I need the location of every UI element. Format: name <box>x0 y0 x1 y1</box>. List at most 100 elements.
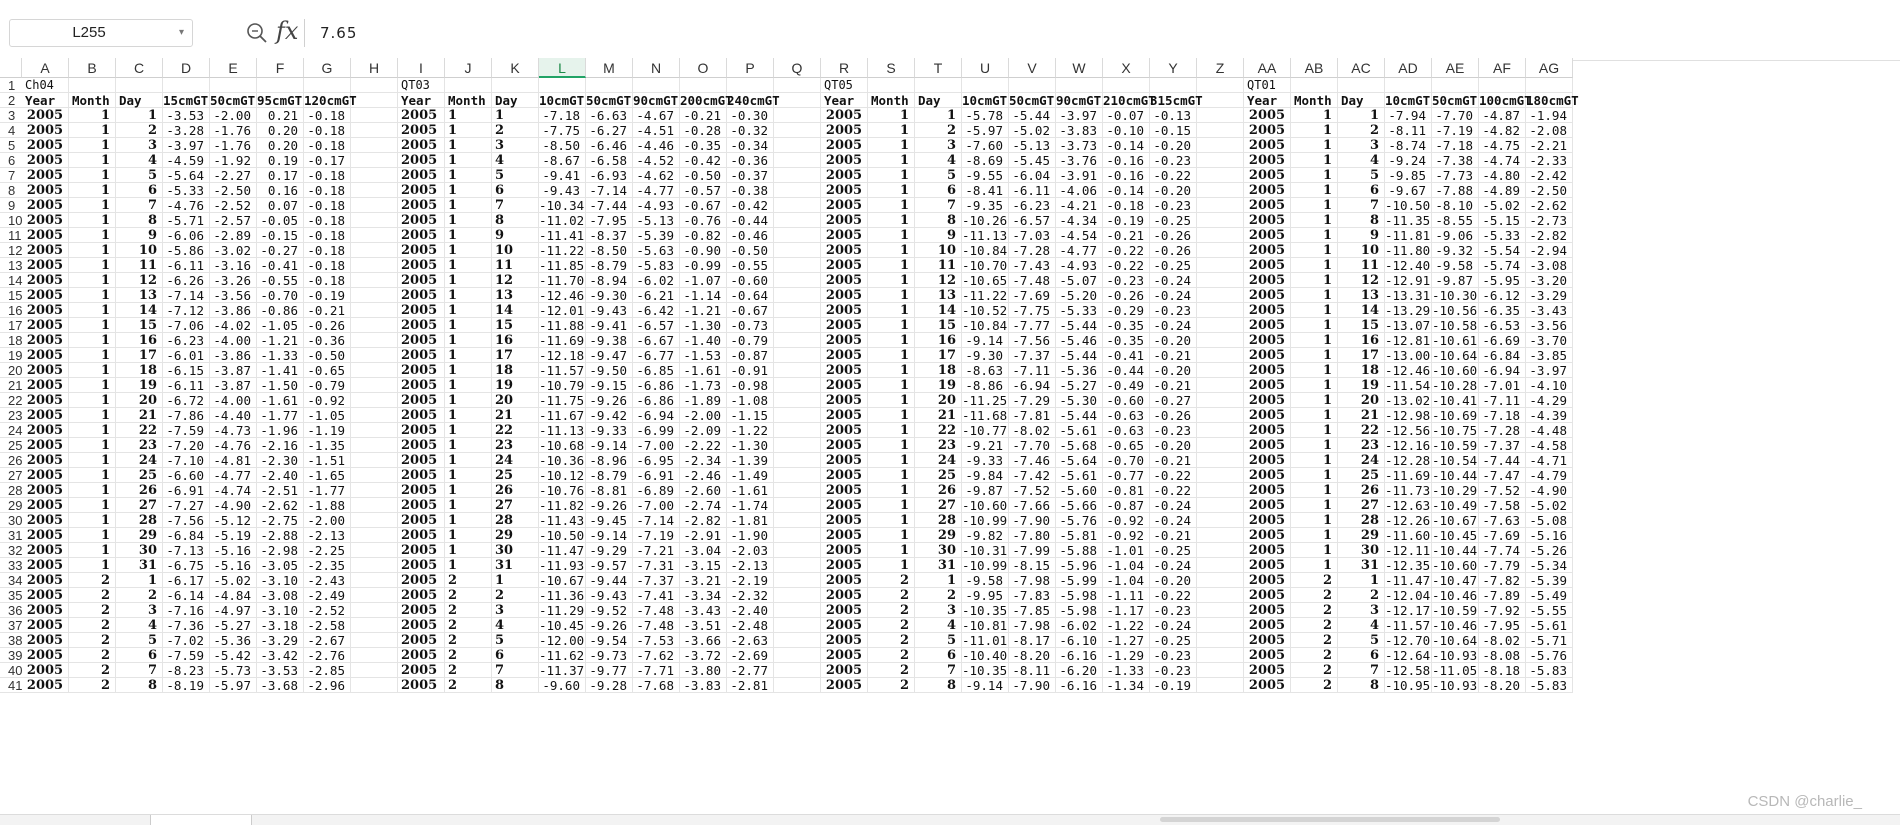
cell-g32[interactable]: -2.25 <box>304 543 351 558</box>
cell-a11[interactable]: 2005 <box>22 228 69 243</box>
grid-cell[interactable] <box>351 633 398 648</box>
cell-b38[interactable]: 2 <box>69 633 116 648</box>
cell-af37[interactable]: -7.95 <box>1479 618 1526 633</box>
cell-t39[interactable]: 6 <box>915 648 962 663</box>
cell-a38[interactable]: 2005 <box>22 633 69 648</box>
cell-d6[interactable]: -4.59 <box>163 153 210 168</box>
cell-o38[interactable]: -3.66 <box>680 633 727 648</box>
cell-t25[interactable]: 23 <box>915 438 962 453</box>
cell-f8[interactable]: 0.16 <box>257 183 304 198</box>
cell-o21[interactable]: -1.73 <box>680 378 727 393</box>
grid-cell[interactable] <box>1197 438 1244 453</box>
cell-r20[interactable]: 2005 <box>821 363 868 378</box>
cell-f5[interactable]: 0.20 <box>257 138 304 153</box>
cell-i30[interactable]: 2005 <box>398 513 445 528</box>
cell-f2[interactable]: 95cmGT <box>257 93 304 108</box>
grid-cell[interactable] <box>774 603 821 618</box>
grid-cell[interactable] <box>257 78 304 93</box>
cell-w4[interactable]: -3.83 <box>1056 123 1103 138</box>
cell-a29[interactable]: 2005 <box>22 498 69 513</box>
cell-g37[interactable]: -2.58 <box>304 618 351 633</box>
cell-g6[interactable]: -0.17 <box>304 153 351 168</box>
cell-ad19[interactable]: -13.00 <box>1385 348 1432 363</box>
cell-ag16[interactable]: -3.43 <box>1526 303 1573 318</box>
cell-ad41[interactable]: -10.95 <box>1385 678 1432 693</box>
cell-ag36[interactable]: -5.55 <box>1526 603 1573 618</box>
cell-n28[interactable]: -6.89 <box>633 483 680 498</box>
cell-n37[interactable]: -7.48 <box>633 618 680 633</box>
cell-u26[interactable]: -9.33 <box>962 453 1009 468</box>
cell-aa33[interactable]: 2005 <box>1244 558 1291 573</box>
cell-ag10[interactable]: -2.73 <box>1526 213 1573 228</box>
grid-cell[interactable] <box>351 498 398 513</box>
cell-m36[interactable]: -9.52 <box>586 603 633 618</box>
cell-ac23[interactable]: 21 <box>1338 408 1385 423</box>
cell-e39[interactable]: -5.42 <box>210 648 257 663</box>
cell-ad39[interactable]: -12.64 <box>1385 648 1432 663</box>
cell-d35[interactable]: -6.14 <box>163 588 210 603</box>
cell-i28[interactable]: 2005 <box>398 483 445 498</box>
cell-ad7[interactable]: -9.85 <box>1385 168 1432 183</box>
cell-t21[interactable]: 19 <box>915 378 962 393</box>
cell-e41[interactable]: -5.97 <box>210 678 257 693</box>
cell-y41[interactable]: -0.19 <box>1150 678 1197 693</box>
cell-i14[interactable]: 2005 <box>398 273 445 288</box>
cell-o31[interactable]: -2.91 <box>680 528 727 543</box>
cell-w27[interactable]: -5.61 <box>1056 468 1103 483</box>
cell-m35[interactable]: -9.43 <box>586 588 633 603</box>
cell-c34[interactable]: 1 <box>116 573 163 588</box>
cell-a25[interactable]: 2005 <box>22 438 69 453</box>
cell-ab10[interactable]: 1 <box>1291 213 1338 228</box>
cell-u41[interactable]: -9.14 <box>962 678 1009 693</box>
cell-r37[interactable]: 2005 <box>821 618 868 633</box>
cell-ab23[interactable]: 1 <box>1291 408 1338 423</box>
cell-k21[interactable]: 19 <box>492 378 539 393</box>
column-header-s[interactable]: S <box>868 58 915 78</box>
cell-o17[interactable]: -1.30 <box>680 318 727 333</box>
grid-cell[interactable] <box>1338 78 1385 93</box>
grid-cell[interactable] <box>351 528 398 543</box>
grid-cell[interactable] <box>1291 78 1338 93</box>
formula-input[interactable]: 7.65 <box>320 19 1890 47</box>
cell-c4[interactable]: 2 <box>116 123 163 138</box>
cell-o29[interactable]: -2.74 <box>680 498 727 513</box>
cell-i20[interactable]: 2005 <box>398 363 445 378</box>
cell-b5[interactable]: 1 <box>69 138 116 153</box>
cell-e9[interactable]: -2.52 <box>210 198 257 213</box>
cell-l2[interactable]: 10cmGT <box>539 93 586 108</box>
column-header-x[interactable]: X <box>1103 58 1150 78</box>
cell-m15[interactable]: -9.30 <box>586 288 633 303</box>
cell-l5[interactable]: -8.50 <box>539 138 586 153</box>
cell-af3[interactable]: -4.87 <box>1479 108 1526 123</box>
cell-ac17[interactable]: 15 <box>1338 318 1385 333</box>
column-header-n[interactable]: N <box>633 58 680 78</box>
cell-b16[interactable]: 1 <box>69 303 116 318</box>
cell-v28[interactable]: -7.52 <box>1009 483 1056 498</box>
cell-ad32[interactable]: -12.11 <box>1385 543 1432 558</box>
cell-x5[interactable]: -0.14 <box>1103 138 1150 153</box>
cell-k41[interactable]: 8 <box>492 678 539 693</box>
cell-af4[interactable]: -4.82 <box>1479 123 1526 138</box>
cell-p23[interactable]: -1.15 <box>727 408 774 423</box>
cell-f29[interactable]: -2.62 <box>257 498 304 513</box>
cell-k12[interactable]: 10 <box>492 243 539 258</box>
grid-cell[interactable] <box>774 258 821 273</box>
cell-ac3[interactable]: 1 <box>1338 108 1385 123</box>
cell-l17[interactable]: -11.88 <box>539 318 586 333</box>
cell-t6[interactable]: 4 <box>915 153 962 168</box>
cell-ag4[interactable]: -2.08 <box>1526 123 1573 138</box>
cell-e2[interactable]: 50cmGT <box>210 93 257 108</box>
cell-w26[interactable]: -5.64 <box>1056 453 1103 468</box>
cell-s5[interactable]: 1 <box>868 138 915 153</box>
cell-a23[interactable]: 2005 <box>22 408 69 423</box>
grid-cell[interactable] <box>351 153 398 168</box>
cell-e33[interactable]: -5.16 <box>210 558 257 573</box>
cell-g38[interactable]: -2.67 <box>304 633 351 648</box>
grid-cell[interactable] <box>1197 663 1244 678</box>
cell-c2[interactable]: Day <box>116 93 163 108</box>
cell-p33[interactable]: -2.13 <box>727 558 774 573</box>
cell-ad27[interactable]: -11.69 <box>1385 468 1432 483</box>
cell-ag22[interactable]: -4.29 <box>1526 393 1573 408</box>
cell-f39[interactable]: -3.42 <box>257 648 304 663</box>
cell-ac26[interactable]: 24 <box>1338 453 1385 468</box>
